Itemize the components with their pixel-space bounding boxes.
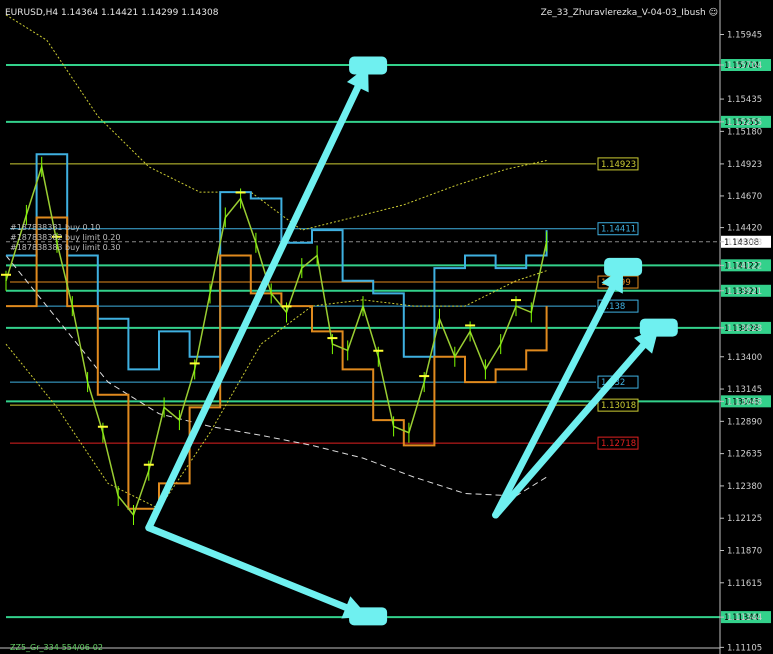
price-series [1,156,548,526]
axis-tick-label: 1.11615 [727,579,762,589]
indicator-label: Ze_33_Zhuravlerezka_V-04-03_Ibush [540,8,706,18]
axis-tick-label: 1.13145 [727,385,762,395]
indicator-footer: ZZ5_Gr_334-554/06-02 [10,643,103,652]
level-box-label: 1.13018 [601,401,636,411]
arrow-target-box [349,607,388,626]
axis-tick-label: 1.12635 [727,450,762,460]
order-label: #187838382 buy limit 0.20 [10,233,121,242]
annotation-arrows [145,56,678,626]
axis-tick-label: 1.12380 [727,482,762,492]
price-chart[interactable]: 1.15704 1.15255 1.14923 1.14411 1.14122 1.139… [0,0,773,654]
axis-tick-label: 1.14122 [727,261,762,271]
axis-tick-label: 1.11105 [727,643,762,653]
axis-tick-label: 1.14670 [727,192,762,202]
axis-tick-label: 1.13048 [727,397,762,407]
axis-tick-label: 1.12890 [727,417,762,427]
axis-tick-label: 1.13400 [727,353,762,363]
arrow-target-box [604,257,643,276]
order-labels: #187838381 buy 0.10 #187838382 buy limit… [10,223,120,253]
axis-tick-label: 1.11870 [727,546,762,556]
axis-tick-label: 1.14923 [727,160,762,170]
arrow-shaft [145,62,372,532]
indicator-name: Ze_33_Zhuravlerezka_V-04-03_Ibush ☺ [541,8,718,18]
arrow-target-box [639,318,678,337]
arrow-target-box [349,56,388,75]
level-box-label: 1.12718 [601,439,636,449]
order-label: #187838381 buy 0.10 [10,223,101,232]
axis-tick-label: 1.14308 [727,238,762,248]
arrow-shaft [145,524,372,620]
axis-tick-label: 1.14420 [727,224,762,234]
axis-tick-label: 1.15945 [727,30,762,40]
level-box-label: 1.14923 [601,160,636,170]
axis-tick-label: 1.12125 [727,514,762,524]
axis-tick-label: 1.13921 [727,287,762,297]
axis-tick-label: 1.15704 [727,61,762,71]
axis-tick-label: 1.15435 [727,95,762,105]
level-lines: 1.15704 1.15255 1.14923 1.14411 1.14122 1.139… [6,59,771,624]
axis-tick-label: 1.13628 [727,324,762,334]
order-label: #187838383 buy limit 0.30 [10,243,121,252]
level-box-label: 1.14411 [601,225,636,235]
price-line [5,163,548,517]
smiley-face-icon: ☺ [708,8,718,18]
axis-tick-label: 1.15180 [727,127,762,137]
axis-tick-label: 1.11344 [727,613,762,623]
axis-tick-label: 1.15255 [727,118,762,128]
chart-window[interactable]: 1.15704 1.15255 1.14923 1.14411 1.14122 1.139… [0,0,773,654]
symbol-header: EURUSD,H4 1.14364 1.14421 1.14299 1.1430… [5,8,219,18]
